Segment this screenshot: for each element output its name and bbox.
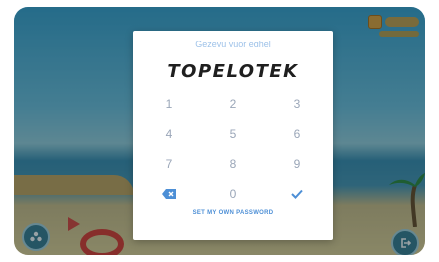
key-1[interactable]: 1 [147, 91, 191, 117]
keypad-row: 7 8 9 [147, 149, 319, 179]
keypad-row: 0 [147, 179, 319, 209]
key-0[interactable]: 0 [211, 181, 255, 207]
key-5[interactable]: 5 [211, 121, 255, 147]
set-own-password-link[interactable]: SET MY OWN PASSWORD [133, 210, 333, 216]
key-9[interactable]: 9 [275, 151, 319, 177]
backspace-icon [162, 189, 176, 199]
key-8[interactable]: 8 [211, 151, 255, 177]
key-7[interactable]: 7 [147, 151, 191, 177]
keypad-row: 1 2 3 [147, 89, 319, 119]
key-6[interactable]: 6 [275, 121, 319, 147]
dialog-prompt: Gezeyu yuor eghel [195, 41, 271, 47]
checkmark-icon [291, 189, 303, 199]
brand-logo: TOPELOTEK [167, 61, 299, 82]
key-2[interactable]: 2 [211, 91, 255, 117]
password-dialog: Gezeyu yuor eghel TOPELOTEK 1 2 3 4 5 6 … [133, 31, 333, 240]
key-3[interactable]: 3 [275, 91, 319, 117]
device-frame: Gezeyu yuor eghel TOPELOTEK 1 2 3 4 5 6 … [0, 0, 439, 262]
confirm-button[interactable] [275, 181, 319, 207]
backspace-button[interactable] [147, 181, 191, 207]
keypad-row: 4 5 6 [147, 119, 319, 149]
key-4[interactable]: 4 [147, 121, 191, 147]
numeric-keypad: 1 2 3 4 5 6 7 8 9 0 [147, 89, 319, 209]
